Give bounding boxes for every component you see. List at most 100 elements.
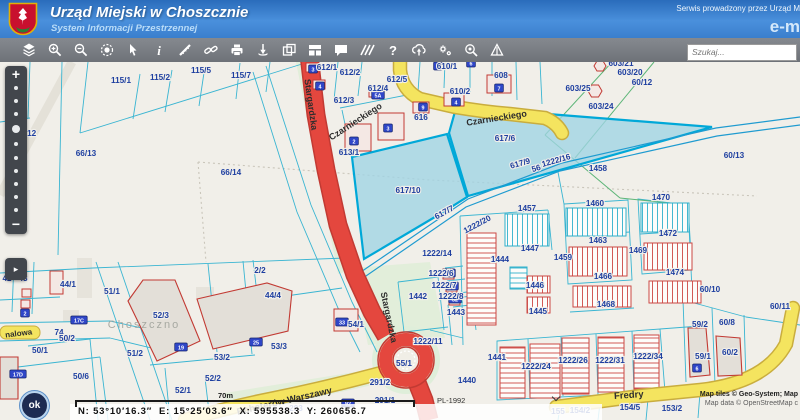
zoom-in-button[interactable] — [46, 41, 64, 59]
parcel-label: 1457 — [518, 204, 537, 213]
link-icon — [203, 42, 219, 58]
download-pin-icon — [255, 42, 271, 58]
parcel-label: 66/13 — [76, 149, 97, 158]
parcel-label: 52/1 — [175, 386, 191, 395]
parcel-label: 2/2 — [254, 266, 266, 275]
layers-button[interactable] — [20, 41, 38, 59]
parcel-label: 59/1 — [695, 352, 711, 361]
garage-row-hatch — [644, 243, 692, 270]
parcel-label: 1222/8 — [438, 292, 463, 301]
print-button[interactable] — [228, 41, 246, 59]
ok-button[interactable]: ok — [20, 391, 49, 420]
parcel-label: 612/1 — [317, 63, 338, 72]
parcel-label: 1472 — [659, 229, 678, 238]
zoom-step[interactable] — [14, 142, 18, 146]
hatch-button[interactable] — [358, 41, 376, 59]
parcel-label: 153/2 — [662, 404, 683, 413]
zoom-step[interactable] — [14, 182, 18, 186]
info-button[interactable]: i — [150, 41, 168, 59]
building — [21, 300, 30, 308]
search-plus-button[interactable] — [462, 41, 480, 59]
address-badge-number: 7 — [498, 86, 501, 92]
app-title: Urząd Miejski w Choszcznie — [50, 4, 248, 21]
measure-icon — [177, 42, 193, 58]
address-badge-number: 9 — [422, 105, 425, 111]
parcel-label: 612/4 — [368, 84, 389, 93]
parcel-label: 55/1 — [396, 359, 412, 368]
parcel-label: 1440 — [458, 376, 477, 385]
app-subtitle: System Informacji Przestrzennej — [51, 23, 197, 34]
parcel-label: 53/3 — [271, 342, 287, 351]
search-plus-icon — [463, 42, 479, 58]
parcel-label: 51/2 — [127, 349, 143, 358]
garage-row-hatch — [467, 233, 496, 325]
address-badge-number: 4 — [455, 100, 458, 106]
parcel-label: 1459 — [554, 253, 573, 262]
parcel-label: 52/3 — [153, 311, 169, 320]
building — [22, 289, 31, 297]
parcel-label: 154/5 — [620, 403, 641, 412]
address-badge-number: 3 — [387, 126, 390, 132]
download-pin-button[interactable] — [254, 41, 272, 59]
address-badge-number: 2 — [353, 139, 356, 145]
zoom-step[interactable] — [14, 195, 18, 199]
zoom-step[interactable] — [14, 86, 18, 90]
parcel-label: 1222/14 — [422, 249, 452, 258]
zoom-step[interactable] — [14, 169, 18, 173]
zoom-out-button[interactable]: − — [12, 217, 20, 231]
parcel-label: 1444 — [491, 255, 510, 264]
zoom-step[interactable] — [14, 112, 18, 116]
cloud-upload-button[interactable] — [410, 41, 428, 59]
search-input[interactable] — [687, 44, 797, 61]
layout-button[interactable] — [306, 41, 324, 59]
zoom-out-button[interactable] — [72, 41, 90, 59]
parcel-label: 66/14 — [221, 168, 242, 177]
parcel-label: 617/10 — [395, 186, 420, 195]
parcel-label: 291/2 — [370, 378, 391, 387]
settings-button[interactable] — [436, 41, 454, 59]
crs-selector[interactable]: PL-1992 — [437, 396, 465, 405]
parcel-label: 1222/26 — [558, 356, 588, 365]
pointer-button[interactable] — [124, 41, 142, 59]
parcel-label: 616 — [414, 113, 428, 122]
map-canvas[interactable]: 345A9564723303132217C17D192533926Choszcz… — [0, 62, 800, 420]
panel-expand-button[interactable]: ▸ — [5, 258, 27, 280]
attribution-line2: Map data © OpenStreetMap c — [700, 400, 798, 409]
zoom-level-indicator[interactable] — [12, 125, 20, 133]
link-button[interactable] — [202, 41, 220, 59]
address-badge-number: 33 — [339, 320, 345, 326]
svg-text:?: ? — [389, 43, 397, 58]
pointer-icon — [125, 42, 141, 58]
zoom-slider[interactable] — [12, 81, 20, 217]
zoom-in-button[interactable]: + — [12, 67, 20, 81]
zoom-step[interactable] — [14, 208, 18, 212]
zoom-step[interactable] — [14, 156, 18, 160]
parcel-label: 44/1 — [60, 280, 76, 289]
gis-viewer: 345A9564723303132217C17D192533926Choszcz… — [0, 0, 800, 420]
address-badge-number: 25 — [253, 340, 259, 346]
parcel-label: 1466 — [594, 272, 613, 281]
parcel-label: 54/1 — [348, 320, 364, 329]
select-area-button[interactable] — [98, 41, 116, 59]
garage-row-hatch — [641, 203, 689, 232]
emapa-logo: e-m — [770, 17, 800, 37]
street-label: Fredry — [614, 389, 645, 402]
parcel-label: 1446 — [526, 281, 545, 290]
parcel-label: 44/4 — [265, 291, 281, 300]
comment-button[interactable] — [332, 41, 350, 59]
osm-building — [77, 258, 92, 298]
compare-button[interactable] — [280, 41, 298, 59]
coat-of-arms-icon — [8, 2, 38, 37]
attribution-line1: Map tiles © Geo-System; Map — [700, 391, 798, 400]
help-button[interactable]: ? — [384, 41, 402, 59]
info-icon: i — [151, 42, 167, 58]
parcel-label: 1222/24 — [521, 362, 551, 371]
parcel-label: 60/11 — [770, 302, 790, 311]
print-icon — [229, 42, 245, 58]
measure-button[interactable] — [176, 41, 194, 59]
garage-row-hatch — [566, 208, 626, 236]
zoom-step[interactable] — [14, 99, 18, 103]
warning-button[interactable] — [488, 41, 506, 59]
service-note: Serwis prowadzony przez Urząd M — [676, 4, 800, 13]
chevron-down-icon[interactable] — [552, 393, 560, 401]
